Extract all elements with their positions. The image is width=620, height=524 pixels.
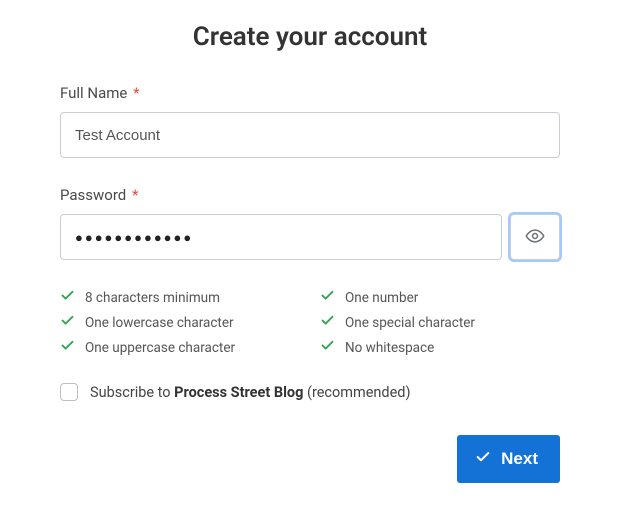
check-icon <box>320 338 345 357</box>
rule-lowercase: One lowercase character <box>60 313 300 332</box>
eye-icon <box>525 226 545 249</box>
toggle-password-visibility-button[interactable] <box>510 214 560 260</box>
full-name-label: Full Name * <box>60 84 560 102</box>
password-rules: 8 characters minimum One number One lowe… <box>60 288 560 357</box>
full-name-label-text: Full Name <box>60 84 127 102</box>
rule-min-chars: 8 characters minimum <box>60 288 300 307</box>
required-asterisk: * <box>133 84 139 102</box>
next-button-label: Next <box>501 449 538 469</box>
password-group: Password * <box>60 186 560 260</box>
check-icon <box>320 313 345 332</box>
full-name-input[interactable] <box>60 112 560 158</box>
subscribe-label: Subscribe to Process Street Blog (recomm… <box>90 384 411 401</box>
password-input[interactable] <box>60 214 502 260</box>
subscribe-checkbox[interactable] <box>60 383 78 401</box>
password-label: Password * <box>60 186 560 204</box>
subscribe-row: Subscribe to Process Street Blog (recomm… <box>60 383 560 401</box>
subscribe-prefix: Subscribe to <box>90 384 174 401</box>
subscribe-suffix: (recommended) <box>303 384 410 401</box>
check-icon <box>320 288 345 307</box>
rule-text: No whitespace <box>345 340 434 356</box>
rule-number: One number <box>320 288 560 307</box>
rule-special: One special character <box>320 313 560 332</box>
footer: Next <box>60 435 560 483</box>
check-icon <box>60 338 85 357</box>
next-button[interactable]: Next <box>457 435 560 483</box>
check-icon <box>475 449 501 470</box>
rule-text: One uppercase character <box>85 340 235 356</box>
rule-text: One special character <box>345 315 475 331</box>
page-title: Create your account <box>60 22 560 52</box>
full-name-group: Full Name * <box>60 84 560 158</box>
check-icon <box>60 288 85 307</box>
rule-text: 8 characters minimum <box>85 290 220 306</box>
subscribe-bold: Process Street Blog <box>174 384 303 401</box>
check-icon <box>60 313 85 332</box>
rule-text: One number <box>345 290 418 306</box>
required-asterisk: * <box>132 186 138 204</box>
rule-text: One lowercase character <box>85 315 234 331</box>
password-label-text: Password <box>60 186 126 204</box>
rule-no-whitespace: No whitespace <box>320 338 560 357</box>
rule-uppercase: One uppercase character <box>60 338 300 357</box>
